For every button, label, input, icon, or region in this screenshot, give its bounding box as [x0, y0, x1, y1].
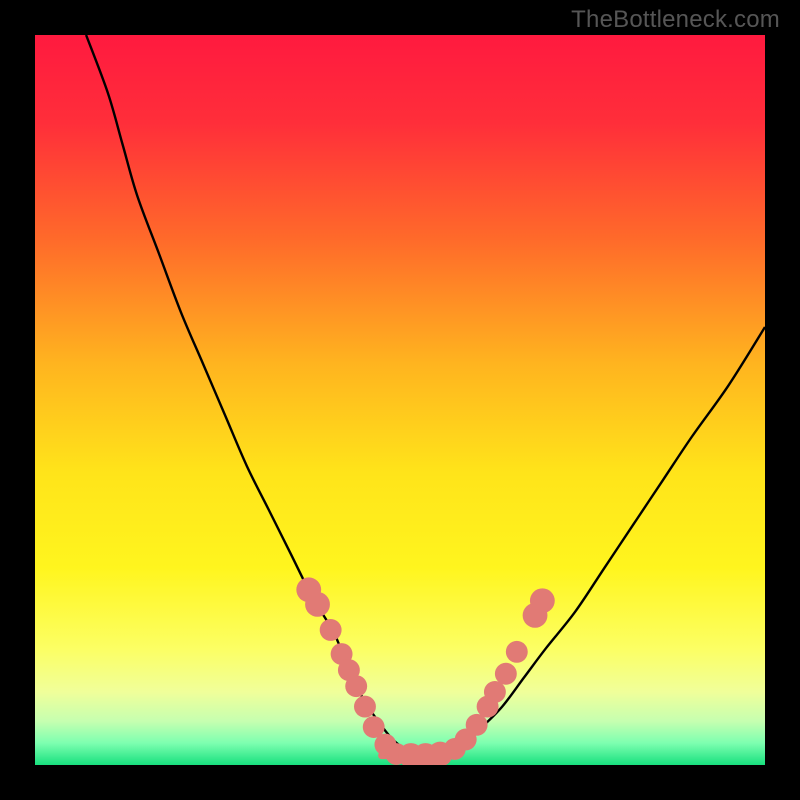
chart-frame: TheBottleneck.com [0, 0, 800, 800]
marker-dot [506, 641, 528, 663]
marker-dot [484, 681, 506, 703]
marker-dot [495, 663, 517, 685]
marker-dot [354, 696, 376, 718]
marker-dot [530, 588, 555, 613]
plot-area [35, 35, 765, 765]
marker-dot [320, 619, 342, 641]
markers [296, 577, 554, 765]
bottleneck-curve [86, 35, 765, 757]
chart-svg [35, 35, 765, 765]
watermark-text: TheBottleneck.com [571, 6, 780, 34]
marker-dot [345, 675, 367, 697]
marker-dot [466, 714, 488, 736]
marker-dot [305, 592, 330, 617]
